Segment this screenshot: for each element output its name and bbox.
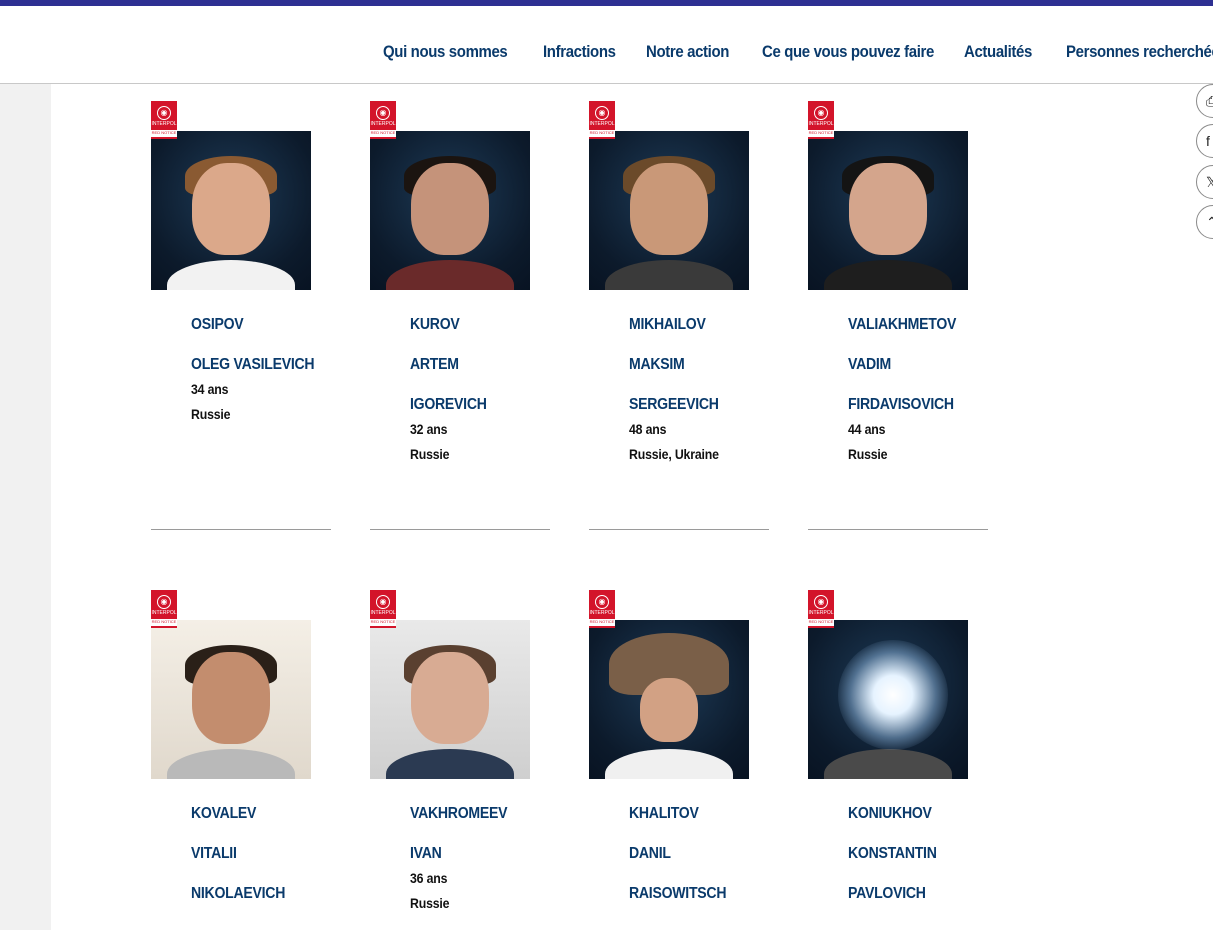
last-name-link[interactable]: VAKHROMEEV — [410, 794, 551, 834]
suspect-photo[interactable] — [151, 620, 311, 779]
nav-news[interactable]: Actualités — [964, 42, 1032, 62]
suspect-photo[interactable] — [808, 620, 968, 779]
card-divider — [808, 529, 988, 530]
suspect-photo[interactable] — [370, 620, 530, 779]
nationality-text: Russie — [191, 406, 231, 422]
card-divider — [370, 529, 550, 530]
first-name-link[interactable]: VITALII — [191, 834, 332, 874]
main-navigation: Qui nous sommes Infractions Notre action… — [383, 42, 1213, 62]
nav-who-we-are[interactable]: Qui nous sommes — [383, 42, 508, 62]
last-name-link[interactable]: OSIPOV — [191, 305, 332, 345]
red-notice-badge: ◉ INTERPOL RED NOTICE — [589, 590, 615, 628]
print-icon[interactable]: ⎙ — [1196, 84, 1213, 118]
red-notice-badge: ◉ INTERPOL RED NOTICE — [370, 590, 396, 628]
red-notice-badge: ◉ INTERPOL RED NOTICE — [808, 590, 834, 628]
nationality-text: Russie — [410, 895, 450, 911]
suspect-photo[interactable] — [589, 131, 749, 290]
age-text: 48 ans — [629, 421, 667, 437]
scroll-top-icon[interactable]: ⌃ — [1196, 205, 1213, 239]
age-text: 32 ans — [410, 421, 448, 437]
red-notice-badge: ◉ INTERPOL RED NOTICE — [589, 101, 615, 139]
suspect-photo[interactable] — [370, 131, 530, 290]
notice-names: VALIAKHMETOV VADIM FIRDAVISOVICH 44 ans … — [848, 305, 1008, 467]
notice-names: KHALITOV DANIL RAISOWITSCH — [629, 794, 789, 914]
card-divider — [151, 529, 331, 530]
nationality-text: Russie — [410, 446, 450, 462]
red-notice-badge: ◉ INTERPOL RED NOTICE — [151, 590, 177, 628]
middle-name-link[interactable]: NIKOLAEVICH — [191, 874, 332, 914]
notice-names: KONIUKHOV KONSTANTIN PAVLOVICH — [848, 794, 1008, 914]
red-notice-badge: ◉ INTERPOL RED NOTICE — [808, 101, 834, 139]
facebook-icon[interactable]: f — [1196, 124, 1213, 158]
first-name-link[interactable]: MAKSIM — [629, 345, 770, 385]
age-text: 34 ans — [191, 381, 229, 397]
site-header: Qui nous sommes Infractions Notre action… — [0, 6, 1213, 84]
nav-our-work[interactable]: Notre action — [646, 42, 729, 62]
left-sidebar-panel — [0, 84, 51, 930]
last-name-link[interactable]: KHALITOV — [629, 794, 770, 834]
suspect-photo[interactable] — [589, 620, 749, 779]
middle-name-link[interactable]: PAVLOVICH — [848, 874, 989, 914]
last-name-link[interactable]: VALIAKHMETOV — [848, 305, 989, 345]
red-notice-badge: ◉ INTERPOL RED NOTICE — [370, 101, 396, 139]
nav-crimes[interactable]: Infractions — [543, 42, 616, 62]
first-name-link[interactable]: DANIL — [629, 834, 770, 874]
first-name-link[interactable]: KONSTANTIN — [848, 834, 989, 874]
notice-names: MIKHAILOV MAKSIM SERGEEVICH 48 ans Russi… — [629, 305, 789, 467]
last-name-link[interactable]: KONIUKHOV — [848, 794, 989, 834]
age-text: 44 ans — [848, 421, 886, 437]
suspect-photo[interactable] — [808, 131, 968, 290]
card-divider — [589, 529, 769, 530]
first-name-link[interactable]: VADIM — [848, 345, 989, 385]
last-name-link[interactable]: KUROV — [410, 305, 551, 345]
middle-name-link[interactable]: RAISOWITSCH — [629, 874, 770, 914]
last-name-link[interactable]: KOVALEV — [191, 794, 332, 834]
suspect-photo[interactable] — [151, 131, 311, 290]
nationality-text: Russie, Ukraine — [629, 446, 719, 462]
notice-names: OSIPOV OLEG VASILEVICH 34 ans Russie — [191, 305, 351, 427]
nationality-text: Russie — [848, 446, 888, 462]
notice-names: KOVALEV VITALII NIKOLAEVICH — [191, 794, 351, 914]
x-icon[interactable]: 𝕏 — [1196, 165, 1213, 199]
notice-names: KUROV ARTEM IGOREVICH 32 ans Russie — [410, 305, 570, 467]
notice-names: VAKHROMEEV IVAN 36 ans Russie — [410, 794, 570, 916]
red-notice-badge: ◉ INTERPOL RED NOTICE — [151, 101, 177, 139]
first-name-link[interactable]: ARTEM — [410, 345, 551, 385]
last-name-link[interactable]: MIKHAILOV — [629, 305, 770, 345]
age-text: 36 ans — [410, 870, 448, 886]
nav-wanted-persons[interactable]: Personnes recherchées — [1066, 42, 1213, 62]
nav-what-you-can-do[interactable]: Ce que vous pouvez faire — [762, 42, 934, 62]
